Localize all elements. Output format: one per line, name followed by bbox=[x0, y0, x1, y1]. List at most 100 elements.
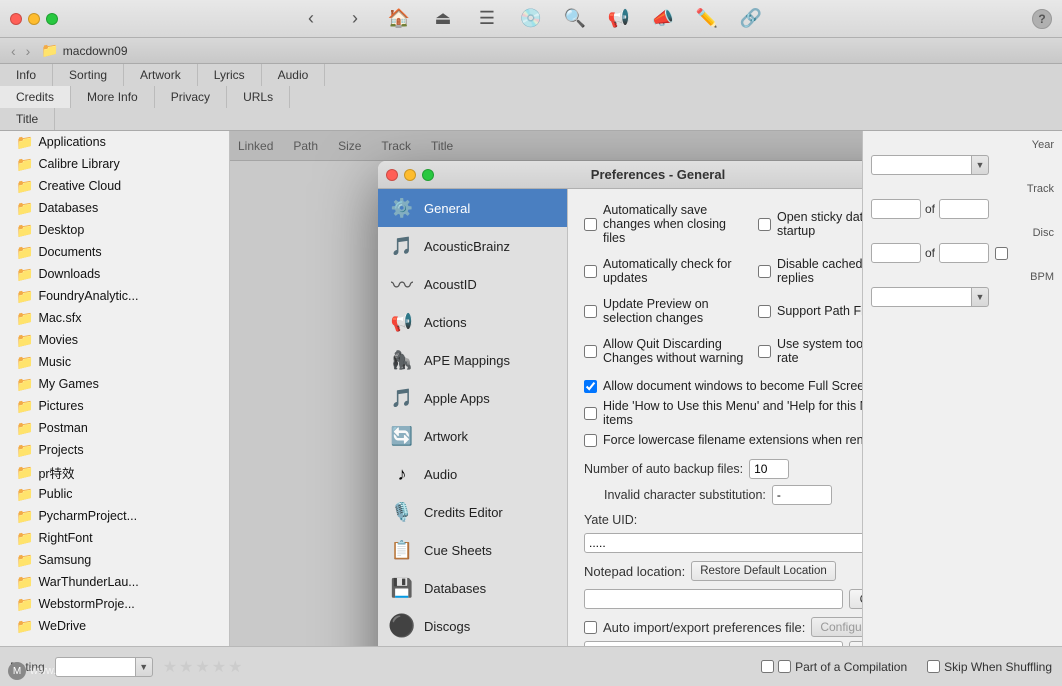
pref-item-databases[interactable]: 💾 Databases bbox=[378, 569, 567, 607]
tab-privacy[interactable]: Privacy bbox=[155, 86, 227, 108]
hide-menu-checkbox[interactable] bbox=[584, 407, 597, 420]
pref-minimize-button[interactable] bbox=[404, 169, 416, 181]
pref-item-cue-sheets[interactable]: 📋 Cue Sheets bbox=[378, 531, 567, 569]
allow-quit-checkbox[interactable] bbox=[584, 345, 597, 358]
sidebar-item-calibre[interactable]: 📁 Calibre Library bbox=[0, 153, 229, 175]
help-button[interactable]: ? bbox=[1032, 9, 1052, 29]
pref-item-general[interactable]: ⚙️ General bbox=[378, 189, 567, 227]
megaphone-icon[interactable]: 📢 bbox=[605, 5, 633, 33]
pref-item-actions[interactable]: 📢 Actions bbox=[378, 303, 567, 341]
choose-button-2[interactable]: Choose... bbox=[849, 641, 862, 646]
sidebar-item-warthunder[interactable]: 📁 WarThunderLau... bbox=[0, 571, 229, 593]
year-input[interactable] bbox=[871, 155, 971, 175]
pref-item-discogs[interactable]: ⚫ Discogs bbox=[378, 607, 567, 645]
track-input[interactable] bbox=[871, 199, 921, 219]
allow-fullscreen-checkbox[interactable] bbox=[584, 380, 597, 393]
sidebar-item-my-games[interactable]: 📁 My Games bbox=[0, 373, 229, 395]
shuffle-checkbox[interactable] bbox=[927, 660, 940, 673]
sidebar-item-rightfont[interactable]: 📁 RightFont bbox=[0, 527, 229, 549]
import-path-input[interactable] bbox=[584, 641, 843, 646]
sidebar-item-pr[interactable]: 📁 pr特效 bbox=[0, 461, 229, 483]
back-icon[interactable]: ‹ bbox=[297, 5, 325, 33]
sidebar-item-mac-sfx[interactable]: 📁 Mac.sfx bbox=[0, 307, 229, 329]
sidebar-item-foundry[interactable]: 📁 FoundryAnalytic... bbox=[0, 285, 229, 307]
sidebar-item-wedrive[interactable]: 📁 WeDrive bbox=[0, 615, 229, 637]
choose-button-1[interactable]: Choose... bbox=[849, 589, 862, 609]
sidebar-item-desktop[interactable]: 📁 Desktop bbox=[0, 219, 229, 241]
tab-lyrics[interactable]: Lyrics bbox=[198, 64, 262, 86]
disk-icon[interactable]: 💿 bbox=[517, 5, 545, 33]
pref-item-acoustid[interactable]: 〰 AcoustID bbox=[378, 265, 567, 303]
sidebar-item-databases[interactable]: 📁 Databases bbox=[0, 197, 229, 219]
home-icon[interactable]: 🏠 bbox=[385, 5, 413, 33]
open-sticky-checkbox[interactable] bbox=[758, 218, 771, 231]
maximize-button[interactable] bbox=[46, 13, 58, 25]
configure-button[interactable]: Configure... bbox=[811, 617, 862, 637]
tab-sorting[interactable]: Sorting bbox=[53, 64, 124, 86]
minimize-button[interactable] bbox=[28, 13, 40, 25]
sidebar-item-movies[interactable]: 📁 Movies bbox=[0, 329, 229, 351]
eject-icon[interactable]: ⏏ bbox=[429, 5, 457, 33]
pref-item-ape-mappings[interactable]: 🦍 APE Mappings bbox=[378, 341, 567, 379]
disc-total-input[interactable] bbox=[939, 243, 989, 263]
auto-check-checkbox[interactable] bbox=[584, 265, 597, 278]
disable-cached-checkbox[interactable] bbox=[758, 265, 771, 278]
tab-urls[interactable]: URLs bbox=[227, 86, 290, 108]
sidebar-item-creative-cloud[interactable]: 📁 Creative Cloud bbox=[0, 175, 229, 197]
use-tooltip-checkbox[interactable] bbox=[758, 345, 771, 358]
sidebar-item-public[interactable]: 📁 Public bbox=[0, 483, 229, 505]
sidebar-item-projects[interactable]: 📁 Projects bbox=[0, 439, 229, 461]
pref-item-credits-editor[interactable]: 🎙️ Credits Editor bbox=[378, 493, 567, 531]
pref-item-audio[interactable]: ♪ Audio bbox=[378, 455, 567, 493]
pref-close-button[interactable] bbox=[386, 169, 398, 181]
tab-artwork[interactable]: Artwork bbox=[124, 64, 198, 86]
track-total-input[interactable] bbox=[939, 199, 989, 219]
notepad-path-input[interactable] bbox=[584, 589, 843, 609]
nav-forward-arrow[interactable]: › bbox=[23, 43, 34, 59]
bpm-dropdown[interactable]: ▼ bbox=[971, 287, 989, 307]
tab-audio[interactable]: Audio bbox=[262, 64, 326, 86]
sidebar-item-pycharm[interactable]: 📁 PycharmProject... bbox=[0, 505, 229, 527]
bpm-input[interactable] bbox=[871, 287, 971, 307]
sidebar-item-postman[interactable]: 📁 Postman bbox=[0, 417, 229, 439]
update-preview-checkbox[interactable] bbox=[584, 305, 597, 318]
link-icon[interactable]: 🔗 bbox=[737, 5, 765, 33]
sidebar-item-downloads[interactable]: 📁 Downloads bbox=[0, 263, 229, 285]
tab-more-info[interactable]: More Info bbox=[71, 86, 155, 108]
sidebar-item-pictures[interactable]: 📁 Pictures bbox=[0, 395, 229, 417]
compilation-checkbox[interactable] bbox=[761, 660, 774, 673]
yate-uid-input[interactable] bbox=[584, 533, 862, 553]
disc-checkbox[interactable] bbox=[995, 247, 1008, 260]
restore-default-button[interactable]: Restore Default Location bbox=[691, 561, 836, 581]
zoom-in-icon[interactable]: 🔍 bbox=[561, 5, 589, 33]
pref-maximize-button[interactable] bbox=[422, 169, 434, 181]
support-path-checkbox[interactable] bbox=[758, 305, 771, 318]
force-lowercase-checkbox[interactable] bbox=[584, 434, 597, 447]
sidebar-item-samsung[interactable]: 📁 Samsung bbox=[0, 549, 229, 571]
sidebar-item-documents[interactable]: 📁 Documents bbox=[0, 241, 229, 263]
compilation-checkbox-2[interactable] bbox=[778, 660, 791, 673]
megaphone2-icon[interactable]: 📣 bbox=[649, 5, 677, 33]
year-dropdown[interactable]: ▼ bbox=[971, 155, 989, 175]
rating-dropdown[interactable]: ▼ bbox=[135, 657, 153, 677]
auto-import-checkbox[interactable] bbox=[584, 621, 597, 634]
list-icon[interactable]: ☰ bbox=[473, 5, 501, 33]
tab-info[interactable]: Info bbox=[0, 64, 53, 86]
pref-item-acousticbrainz[interactable]: 🎵 AcousticBrainz bbox=[378, 227, 567, 265]
pref-item-apple-apps[interactable]: 🎵 Apple Apps bbox=[378, 379, 567, 417]
tab-credits[interactable]: Credits bbox=[0, 86, 71, 108]
pref-item-artwork[interactable]: 🔄 Artwork bbox=[378, 417, 567, 455]
auto-save-checkbox[interactable] bbox=[584, 218, 597, 231]
tab-title[interactable]: Title bbox=[0, 108, 55, 130]
disc-input[interactable] bbox=[871, 243, 921, 263]
pref-item-exceptions[interactable]: ⚠️ Exceptions bbox=[378, 645, 567, 646]
invalid-char-input[interactable] bbox=[772, 485, 832, 505]
edit-icon[interactable]: ✏️ bbox=[693, 5, 721, 33]
sidebar-item-music[interactable]: 📁 Music bbox=[0, 351, 229, 373]
sidebar-item-webstorm[interactable]: 📁 WebstormProje... bbox=[0, 593, 229, 615]
sidebar-item-applications[interactable]: 📁 Applications bbox=[0, 131, 229, 153]
auto-backup-input[interactable] bbox=[749, 459, 789, 479]
forward-icon[interactable]: › bbox=[341, 5, 369, 33]
nav-back-arrow[interactable]: ‹ bbox=[8, 43, 19, 59]
close-button[interactable] bbox=[10, 13, 22, 25]
